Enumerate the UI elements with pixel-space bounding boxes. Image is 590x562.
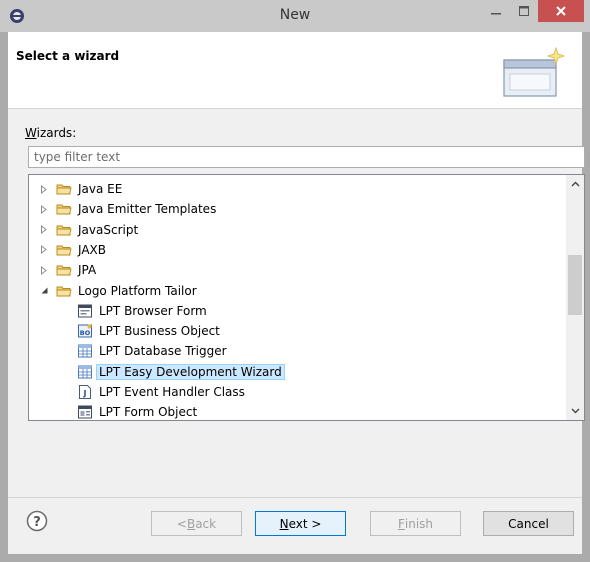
- tree-row-label: LPT Database Trigger: [99, 344, 227, 359]
- form-object-icon: [77, 404, 93, 420]
- maximize-button[interactable]: [510, 0, 538, 22]
- cancel-button-text: Cancel: [508, 516, 549, 531]
- tree-row[interactable]: LPT Browser Form: [29, 301, 566, 321]
- folder-icon: [56, 283, 72, 299]
- expand-arrow-icon[interactable]: [37, 202, 51, 216]
- svg-text:J: J: [83, 389, 87, 398]
- wizards-label-mnemonic: W: [25, 126, 37, 140]
- tree-row-label: LPT Form Object: [99, 405, 198, 420]
- tree-row-label: Logo Platform Tailor: [78, 283, 197, 298]
- next-button[interactable]: Next >: [255, 511, 346, 536]
- help-icon[interactable]: ?: [26, 510, 48, 532]
- tree-row[interactable]: LPT Form Object: [29, 402, 566, 420]
- tree-row[interactable]: J LPT Event Handler Class: [29, 382, 566, 402]
- tree-row[interactable]: JavaScript: [29, 220, 566, 240]
- back-button-prefix: <: [176, 516, 187, 531]
- cancel-button[interactable]: Cancel: [483, 511, 574, 536]
- tree-row-label: Java EE: [78, 182, 123, 196]
- tree-row-label: JavaScript: [78, 222, 139, 237]
- chevron-down-icon: [571, 408, 579, 414]
- folder-icon: [56, 262, 72, 278]
- folder-icon: [56, 181, 72, 197]
- minimize-button[interactable]: [482, 0, 510, 22]
- close-button[interactable]: [538, 0, 584, 22]
- new-wizard-window: New Select a wizard Wizards: Java EEJava…: [0, 0, 590, 562]
- expand-arrow-icon[interactable]: [37, 263, 51, 277]
- tree-row-label: JAXB: [78, 242, 106, 257]
- tree-row[interactable]: JPA: [29, 260, 566, 280]
- tree-row-label: LPT Browser Form: [99, 303, 207, 318]
- wizard-header: Select a wizard: [8, 32, 582, 109]
- tree-row-label: JPA: [78, 263, 97, 278]
- tree-row-label: LPT Business Object: [99, 324, 220, 339]
- wizards-label: Wizards:: [25, 126, 76, 140]
- wizard-tree[interactable]: Java EE Java Emitter Templates JavaScript J…: [28, 174, 585, 421]
- expand-arrow-icon[interactable]: [37, 243, 51, 257]
- tree-row[interactable]: LPT Easy Development Wizard: [29, 362, 566, 382]
- minimize-icon: [491, 13, 501, 15]
- collapse-arrow-icon[interactable]: [37, 284, 51, 298]
- table-icon: [77, 364, 93, 380]
- finish-button-text: inish: [404, 516, 434, 531]
- next-button-mnemonic: N: [279, 516, 289, 531]
- next-button-text: ext >: [288, 516, 322, 531]
- back-button-mnemonic: B: [186, 516, 196, 531]
- new-wizard-banner-icon: [503, 46, 566, 97]
- tree-row[interactable]: BO LPT Business Object: [29, 321, 566, 341]
- vertical-scrollbar[interactable]: [566, 175, 584, 420]
- tree-row-label: LPT Event Handler Class: [99, 385, 245, 399]
- java-class-icon: J: [77, 384, 93, 400]
- finish-button[interactable]: Finish: [370, 511, 461, 536]
- tree-row-label: Java Emitter Templates: [78, 202, 217, 217]
- svg-text:BO: BO: [80, 329, 91, 337]
- scroll-thumb[interactable]: [568, 255, 582, 315]
- dialog-client-area: Select a wizard Wizards: Java EE Java Emi…: [8, 32, 585, 554]
- business-object-icon: BO: [77, 323, 93, 339]
- expand-arrow-icon[interactable]: [37, 182, 51, 196]
- title-bar[interactable]: New: [0, 0, 590, 32]
- page-title: Select a wizard: [16, 49, 120, 63]
- browser-form-icon: [77, 303, 93, 319]
- tree-row[interactable]: JAXB: [29, 240, 566, 260]
- folder-icon: [56, 222, 72, 238]
- tree-row[interactable]: Java EE: [29, 179, 566, 199]
- wizards-label-text: izards:: [36, 126, 77, 140]
- back-button-text: ack: [195, 516, 217, 531]
- expand-arrow-icon[interactable]: [37, 223, 51, 237]
- chevron-up-icon: [571, 181, 579, 187]
- tree-row[interactable]: Java Emitter Templates: [29, 199, 566, 219]
- back-button[interactable]: < Back: [151, 511, 242, 536]
- table-icon: [77, 343, 93, 359]
- close-icon: [556, 6, 566, 16]
- scroll-down-button[interactable]: [566, 402, 584, 420]
- folder-icon: [56, 201, 72, 217]
- maximize-icon: [519, 6, 529, 16]
- svg-text:?: ?: [33, 515, 41, 530]
- footer-separator: [8, 497, 582, 498]
- filter-input[interactable]: [28, 146, 585, 168]
- scroll-up-button[interactable]: [566, 175, 584, 193]
- finish-button-mnemonic: F: [397, 516, 405, 531]
- folder-icon: [56, 242, 72, 258]
- tree-row-label: LPT Easy Development Wizard: [96, 363, 285, 380]
- tree-row[interactable]: Logo Platform Tailor: [29, 281, 566, 301]
- tree-row[interactable]: LPT Database Trigger: [29, 341, 566, 361]
